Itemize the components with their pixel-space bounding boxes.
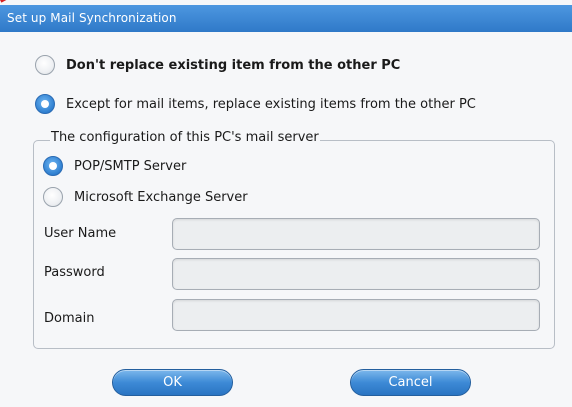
replace-except-mail-label: Except for mail items, replace existing …	[66, 96, 476, 112]
domain-input[interactable]	[172, 299, 540, 331]
pop-smtp-radio[interactable]	[43, 156, 63, 176]
exchange-option[interactable]: Microsoft Exchange Server	[43, 187, 248, 207]
dont-replace-label: Don't replace existing item from the oth…	[66, 57, 401, 73]
user-name-label: User Name	[44, 226, 117, 241]
replace-except-mail-option[interactable]: Except for mail items, replace existing …	[35, 94, 476, 114]
domain-label: Domain	[44, 311, 95, 326]
password-label: Password	[44, 265, 105, 280]
exchange-label: Microsoft Exchange Server	[74, 189, 248, 205]
cancel-button[interactable]: Cancel	[350, 369, 471, 396]
ok-button[interactable]: OK	[112, 369, 233, 396]
pop-smtp-label: POP/SMTP Server	[74, 158, 187, 174]
user-name-input[interactable]	[172, 218, 540, 250]
exchange-radio[interactable]	[43, 187, 63, 207]
mail-sync-dialog: Set up Mail Synchronization Don't replac…	[0, 0, 572, 407]
replace-except-mail-radio[interactable]	[35, 94, 55, 114]
password-input[interactable]	[172, 258, 540, 290]
window-title: Set up Mail Synchronization	[7, 11, 177, 25]
dont-replace-option[interactable]: Don't replace existing item from the oth…	[35, 55, 400, 75]
pop-smtp-option[interactable]: POP/SMTP Server	[43, 156, 186, 176]
mail-server-group-legend: The configuration of this PC's mail serv…	[50, 130, 320, 145]
title-bar: Set up Mail Synchronization	[0, 5, 572, 32]
dont-replace-radio[interactable]	[35, 55, 55, 75]
